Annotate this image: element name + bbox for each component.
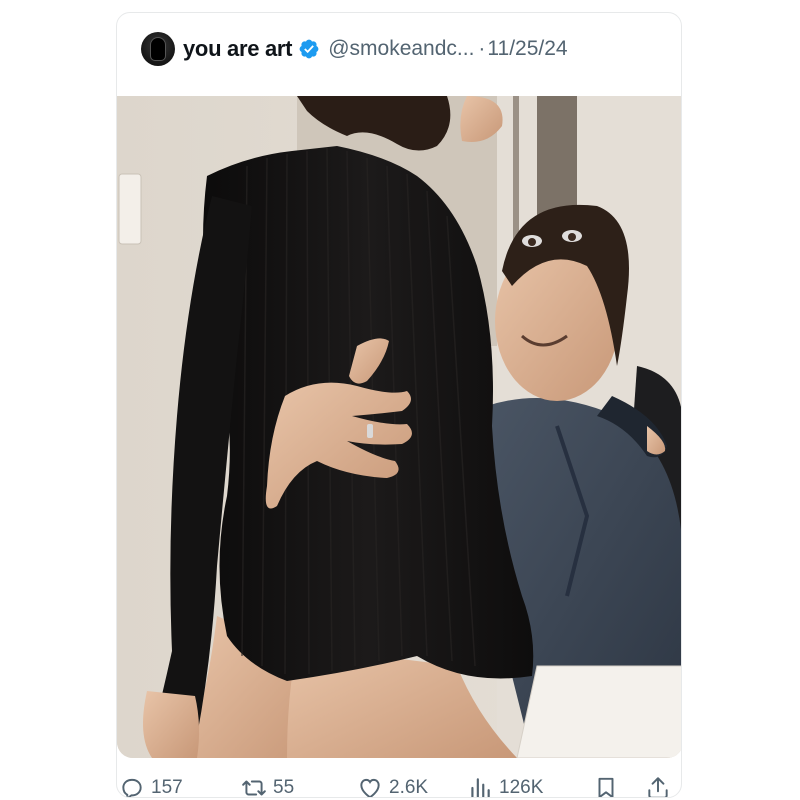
share-button[interactable] <box>645 775 677 797</box>
tweet-date[interactable]: 11/25/24 <box>487 37 567 61</box>
like-button[interactable]: 2.6K <box>357 775 429 798</box>
like-count: 2.6K <box>389 777 429 798</box>
reply-icon <box>122 778 142 797</box>
photo-illustration <box>117 96 681 758</box>
views-button[interactable]: 126K <box>467 775 544 798</box>
bookmark-icon <box>598 777 614 797</box>
handle[interactable]: @smokeandc... <box>328 37 474 61</box>
display-name[interactable]: you are art <box>183 36 293 62</box>
reply-button[interactable]: 157 <box>119 775 183 798</box>
views-chart-icon <box>471 778 490 797</box>
tweet-actions: 157 55 2.6K 126K <box>117 765 681 798</box>
tweet-photo[interactable] <box>117 96 681 758</box>
tweet-header: you are art @smokeandc... · 11/25/24 <box>117 13 681 85</box>
verified-badge-icon <box>299 39 319 59</box>
heart-icon <box>360 778 380 797</box>
share-icon <box>648 777 668 797</box>
retweet-icon <box>242 780 266 796</box>
views-count: 126K <box>499 777 544 798</box>
avatar[interactable] <box>141 32 175 66</box>
separator-dot: · <box>478 37 486 60</box>
retweet-count: 55 <box>273 777 295 798</box>
retweet-button[interactable]: 55 <box>241 775 295 798</box>
bookmark-button[interactable] <box>593 775 625 797</box>
reply-count: 157 <box>151 777 183 798</box>
tweet-card[interactable]: you are art @smokeandc... · 11/25/24 157… <box>116 12 682 798</box>
